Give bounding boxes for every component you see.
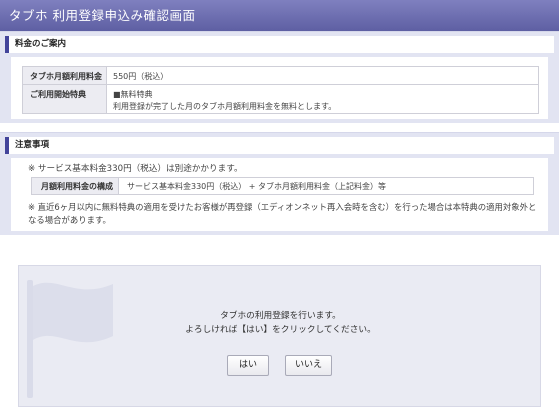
note-free-benefit: ※ 直近6ヶ月以内に無料特典の適用を受けたお客様が再登録（エディオンネット再入会… xyxy=(28,202,537,225)
fee-value-text: 550円（税込） xyxy=(113,72,169,81)
no-button[interactable]: いいえ xyxy=(285,355,332,376)
table-row: 月額利用料金の構成 サービス基本料金330円（税込） + タブホ月額利用料金（上… xyxy=(31,177,534,195)
fee-table: タブホ月額利用料金 550円（税込） ご利用開始特典 ■無料特典 利用登録が完了… xyxy=(22,66,539,114)
notes-section-body: ※ サービス基本料金330円（税込）は別途かかります。 月額利用料金の構成 サー… xyxy=(11,158,548,231)
fee-section-heading: 料金のご案内 xyxy=(5,36,554,53)
composition-value: サービス基本料金330円（税込） + タブホ月額利用料金（上記料金）等 xyxy=(118,177,534,195)
dialog-message-line1: タブホの利用登録を行います。 xyxy=(220,311,341,321)
yes-button[interactable]: はい xyxy=(227,355,269,376)
table-row: ご利用開始特典 ■無料特典 利用登録が完了した月のタブホ月額利用料金を無料としま… xyxy=(22,84,539,114)
composition-table: 月額利用料金の構成 サービス基本料金330円（税込） + タブホ月額利用料金（上… xyxy=(31,177,534,195)
benefit-value: ■無料特典 利用登録が完了した月のタブホ月額利用料金を無料とします。 xyxy=(106,84,539,114)
composition-label: 月額利用料金の構成 xyxy=(31,177,119,195)
benefit-title: ■無料特典 xyxy=(113,90,153,99)
note-basic-fee: ※ サービス基本料金330円（税込）は別途かかります。 xyxy=(28,164,243,174)
dialog-message-line2: よろしければ【はい】をクリックしてください。 xyxy=(185,325,376,335)
fee-value: 550円（税込） xyxy=(106,66,539,85)
table-row: タブホ月額利用料金 550円（税込） xyxy=(22,66,539,85)
confirm-dialog: タブホの利用登録を行います。 よろしければ【はい】をクリックしてください。 はい… xyxy=(18,265,541,407)
fee-label: タブホ月額利用料金 xyxy=(22,66,107,85)
benefit-label: ご利用開始特典 xyxy=(22,84,107,114)
notes-section: 注意事項 ※ サービス基本料金330円（税込）は別途かかります。 月額利用料金の… xyxy=(0,132,559,235)
benefit-desc: 利用登録が完了した月のタブホ月額利用料金を無料とします。 xyxy=(113,102,337,111)
notes-section-heading: 注意事項 xyxy=(5,137,554,154)
page-title: タブホ 利用登録申込み確認画面 xyxy=(0,0,559,31)
fee-section: 料金のご案内 タブホ月額利用料金 550円（税込） ご利用開始特典 ■無料特典 … xyxy=(0,31,559,123)
fee-section-body: タブホ月額利用料金 550円（税込） ご利用開始特典 ■無料特典 利用登録が完了… xyxy=(11,57,548,119)
